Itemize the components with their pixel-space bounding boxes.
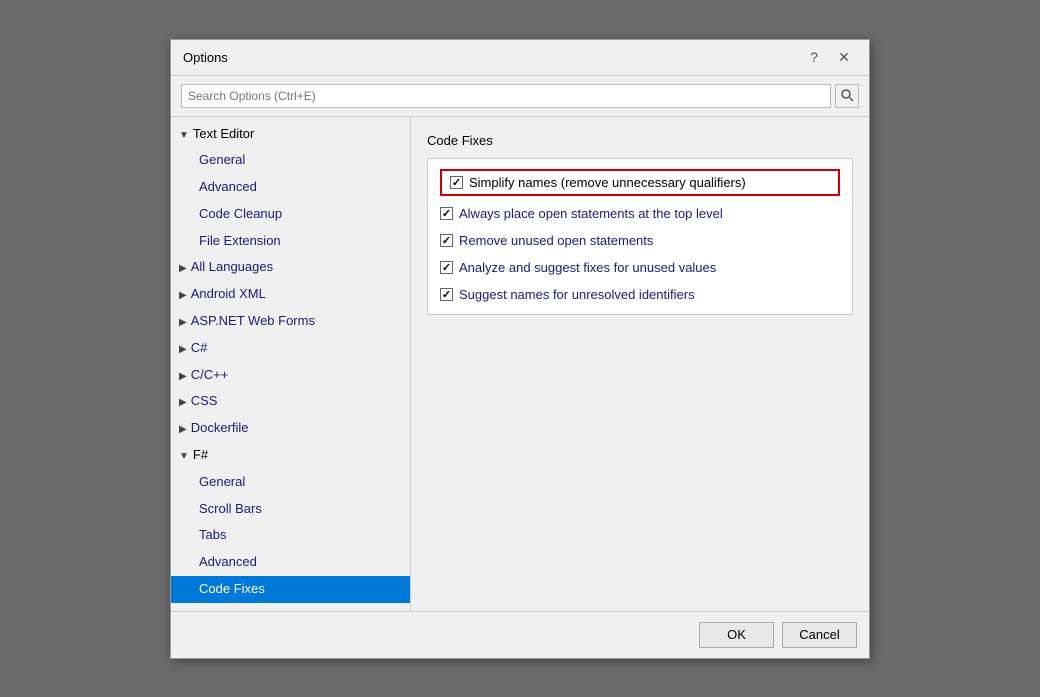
expand-icon	[179, 342, 187, 358]
tree-panel: Text Editor General Advanced Code Cleanu…	[171, 117, 411, 611]
checkbox-always-place[interactable]	[440, 207, 453, 220]
expand-icon	[179, 449, 189, 465]
tree-item-fsharp-tabs[interactable]: Tabs	[171, 522, 410, 549]
main-area: Text Editor General Advanced Code Cleanu…	[171, 117, 869, 611]
expand-icon	[179, 369, 187, 385]
code-fixes-box: Simplify names (remove unnecessary quali…	[427, 158, 853, 315]
checkbox-item-remove-unused: Remove unused open statements	[440, 231, 840, 250]
tree-item-csharp[interactable]: C#	[171, 335, 410, 362]
checkbox-simplify[interactable]	[450, 176, 463, 189]
checkbox-item-simplify: Simplify names (remove unnecessary quali…	[440, 169, 840, 196]
tree-item-file-extension[interactable]: File Extension	[171, 228, 410, 255]
checkbox-item-analyze: Analyze and suggest fixes for unused val…	[440, 258, 840, 277]
title-bar-left: Options	[183, 50, 228, 65]
search-icon	[841, 89, 854, 102]
section-title: Code Fixes	[427, 133, 853, 148]
dialog-body: Text Editor General Advanced Code Cleanu…	[171, 76, 869, 611]
checkbox-label-analyze: Analyze and suggest fixes for unused val…	[459, 260, 716, 275]
search-row	[171, 76, 869, 117]
expand-icon	[179, 128, 189, 144]
title-actions: ? ✕	[801, 46, 857, 68]
dialog-footer: OK Cancel	[171, 611, 869, 658]
tree-item-fsharp-advanced[interactable]: Advanced	[171, 549, 410, 576]
title-bar: Options ? ✕	[171, 40, 869, 76]
checkbox-item-suggest-names: Suggest names for unresolved identifiers	[440, 285, 840, 304]
tree-item-fsharp-scrollbars[interactable]: Scroll Bars	[171, 496, 410, 523]
checkbox-label-remove-unused: Remove unused open statements	[459, 233, 653, 248]
tree-item-dockerfile[interactable]: Dockerfile	[171, 415, 410, 442]
tree-item-general[interactable]: General	[171, 147, 410, 174]
expand-icon	[179, 422, 187, 438]
checkbox-label-always-place: Always place open statements at the top …	[459, 206, 723, 221]
checkbox-item-always-place: Always place open statements at the top …	[440, 204, 840, 223]
tree-item-fsharp-general[interactable]: General	[171, 469, 410, 496]
tree-item-text-editor[interactable]: Text Editor	[171, 121, 410, 148]
expand-icon	[179, 395, 187, 411]
tree-item-all-languages[interactable]: All Languages	[171, 254, 410, 281]
expand-icon	[179, 315, 187, 331]
tree-item-android-xml[interactable]: Android XML	[171, 281, 410, 308]
tree-item-css[interactable]: CSS	[171, 388, 410, 415]
content-panel: Code Fixes Simplify names (remove unnece…	[411, 117, 869, 611]
tree-item-code-cleanup[interactable]: Code Cleanup	[171, 201, 410, 228]
help-button[interactable]: ?	[801, 46, 827, 68]
search-button[interactable]	[835, 84, 859, 108]
cancel-button[interactable]: Cancel	[782, 622, 857, 648]
tree-item-aspnet[interactable]: ASP.NET Web Forms	[171, 308, 410, 335]
close-button[interactable]: ✕	[831, 46, 857, 68]
checkbox-suggest-names[interactable]	[440, 288, 453, 301]
tree-item-fsharp[interactable]: F#	[171, 442, 410, 469]
dialog-title: Options	[183, 50, 228, 65]
checkbox-label-simplify: Simplify names (remove unnecessary quali…	[469, 175, 746, 190]
expand-icon	[179, 288, 187, 304]
checkbox-label-suggest-names: Suggest names for unresolved identifiers	[459, 287, 695, 302]
tree-item-cpp[interactable]: C/C++	[171, 362, 410, 389]
search-input[interactable]	[181, 84, 831, 108]
tree-item-advanced[interactable]: Advanced	[171, 174, 410, 201]
options-dialog: Options ? ✕ Text Editor	[170, 39, 870, 659]
checkbox-remove-unused[interactable]	[440, 234, 453, 247]
checkbox-analyze[interactable]	[440, 261, 453, 274]
expand-icon	[179, 261, 187, 277]
ok-button[interactable]: OK	[699, 622, 774, 648]
tree-item-fsharp-code-fixes[interactable]: Code Fixes	[171, 576, 410, 603]
